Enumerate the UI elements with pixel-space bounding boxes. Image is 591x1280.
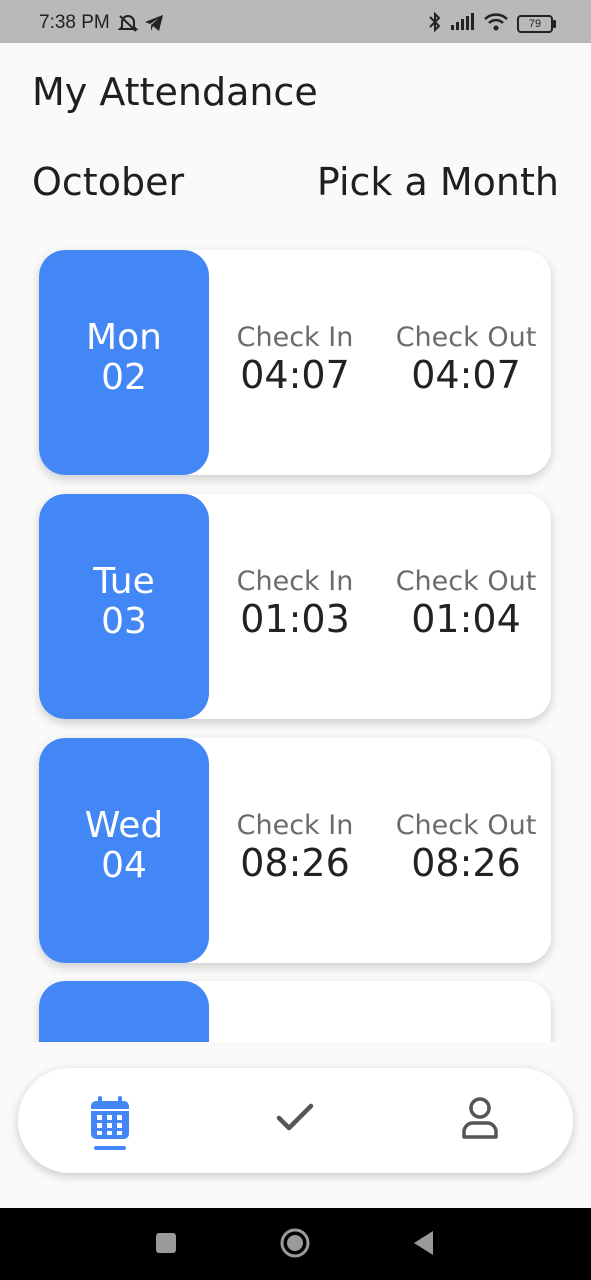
day-name: Tue xyxy=(93,561,155,602)
check-in-column: Check In 08:26 xyxy=(220,810,370,884)
attendance-list[interactable]: Mon 02 Check In 04:07 Check Out 04:07 Tu… xyxy=(30,240,561,1042)
check-out-column: Check Out 08:26 xyxy=(391,810,541,884)
check-in-time: 01:03 xyxy=(240,597,350,641)
check-in-time: 08:26 xyxy=(240,841,350,885)
nav-check-button[interactable] xyxy=(265,1090,325,1150)
day-badge: Tue 03 xyxy=(39,494,209,719)
day-name: Mon xyxy=(86,317,162,358)
wifi-icon xyxy=(483,12,509,36)
back-triangle-icon xyxy=(411,1229,437,1261)
bell-muted-icon xyxy=(117,14,139,36)
check-out-time: 01:04 xyxy=(411,597,521,641)
back-button[interactable] xyxy=(407,1228,441,1262)
square-icon xyxy=(154,1231,178,1259)
attendance-card[interactable]: Mon 02 Check In 04:07 Check Out 04:07 xyxy=(39,250,551,475)
check-in-label: Check In xyxy=(236,322,354,353)
check-in-column: Check In 01:03 xyxy=(220,566,370,640)
check-out-time: 04:07 xyxy=(411,353,521,397)
day-badge: Wed 04 xyxy=(39,738,209,963)
check-in-time: 04:07 xyxy=(240,353,350,397)
check-out-label: Check Out xyxy=(395,322,537,353)
attendance-card[interactable]: Tue 03 Check In 01:03 Check Out 01:04 xyxy=(39,494,551,719)
check-in-column: Check In 04:07 xyxy=(220,322,370,396)
pick-month-button[interactable]: Pick a Month xyxy=(317,160,559,204)
day-name: Wed xyxy=(84,805,164,846)
attendance-card[interactable]: Wed 04 Check In 08:26 Check Out 08:26 xyxy=(39,738,551,963)
check-out-time: 08:26 xyxy=(411,841,521,885)
check-icon xyxy=(276,1103,314,1137)
telegram-icon xyxy=(144,14,164,36)
day-number: 03 xyxy=(101,601,147,642)
check-in-label: Check In xyxy=(236,810,354,841)
attendance-card-partial[interactable] xyxy=(39,981,551,1042)
check-out-label: Check Out xyxy=(395,566,537,597)
home-button[interactable] xyxy=(278,1228,312,1262)
home-circle-icon xyxy=(279,1227,311,1263)
nav-active-indicator xyxy=(94,1146,126,1150)
day-badge: Mon 02 xyxy=(39,250,209,475)
status-right-icons: 79 xyxy=(429,11,556,36)
bluetooth-icon xyxy=(429,11,441,36)
nav-calendar-button[interactable] xyxy=(80,1090,140,1150)
check-out-column: Check Out 04:07 xyxy=(391,322,541,396)
day-number: 04 xyxy=(101,845,147,886)
recent-apps-button[interactable] xyxy=(149,1228,183,1262)
battery-icon: 79 xyxy=(517,15,556,33)
check-in-label: Check In xyxy=(236,566,354,597)
check-out-label: Check Out xyxy=(395,810,537,841)
selected-month: October xyxy=(32,160,185,204)
status-left-icons xyxy=(117,14,164,36)
day-number: 02 xyxy=(101,357,147,398)
system-nav-bar xyxy=(0,1208,591,1280)
signal-icon xyxy=(449,13,475,35)
check-out-column: Check Out 01:04 xyxy=(391,566,541,640)
person-icon xyxy=(461,1097,499,1143)
calendar-icon xyxy=(89,1095,131,1145)
page-title: My Attendance xyxy=(32,70,318,114)
status-time: 7:38 PM xyxy=(39,12,110,33)
nav-profile-button[interactable] xyxy=(450,1090,510,1150)
status-bar: 7:38 PM 79 xyxy=(0,0,591,43)
bottom-nav xyxy=(18,1068,573,1173)
day-badge xyxy=(39,981,209,1042)
